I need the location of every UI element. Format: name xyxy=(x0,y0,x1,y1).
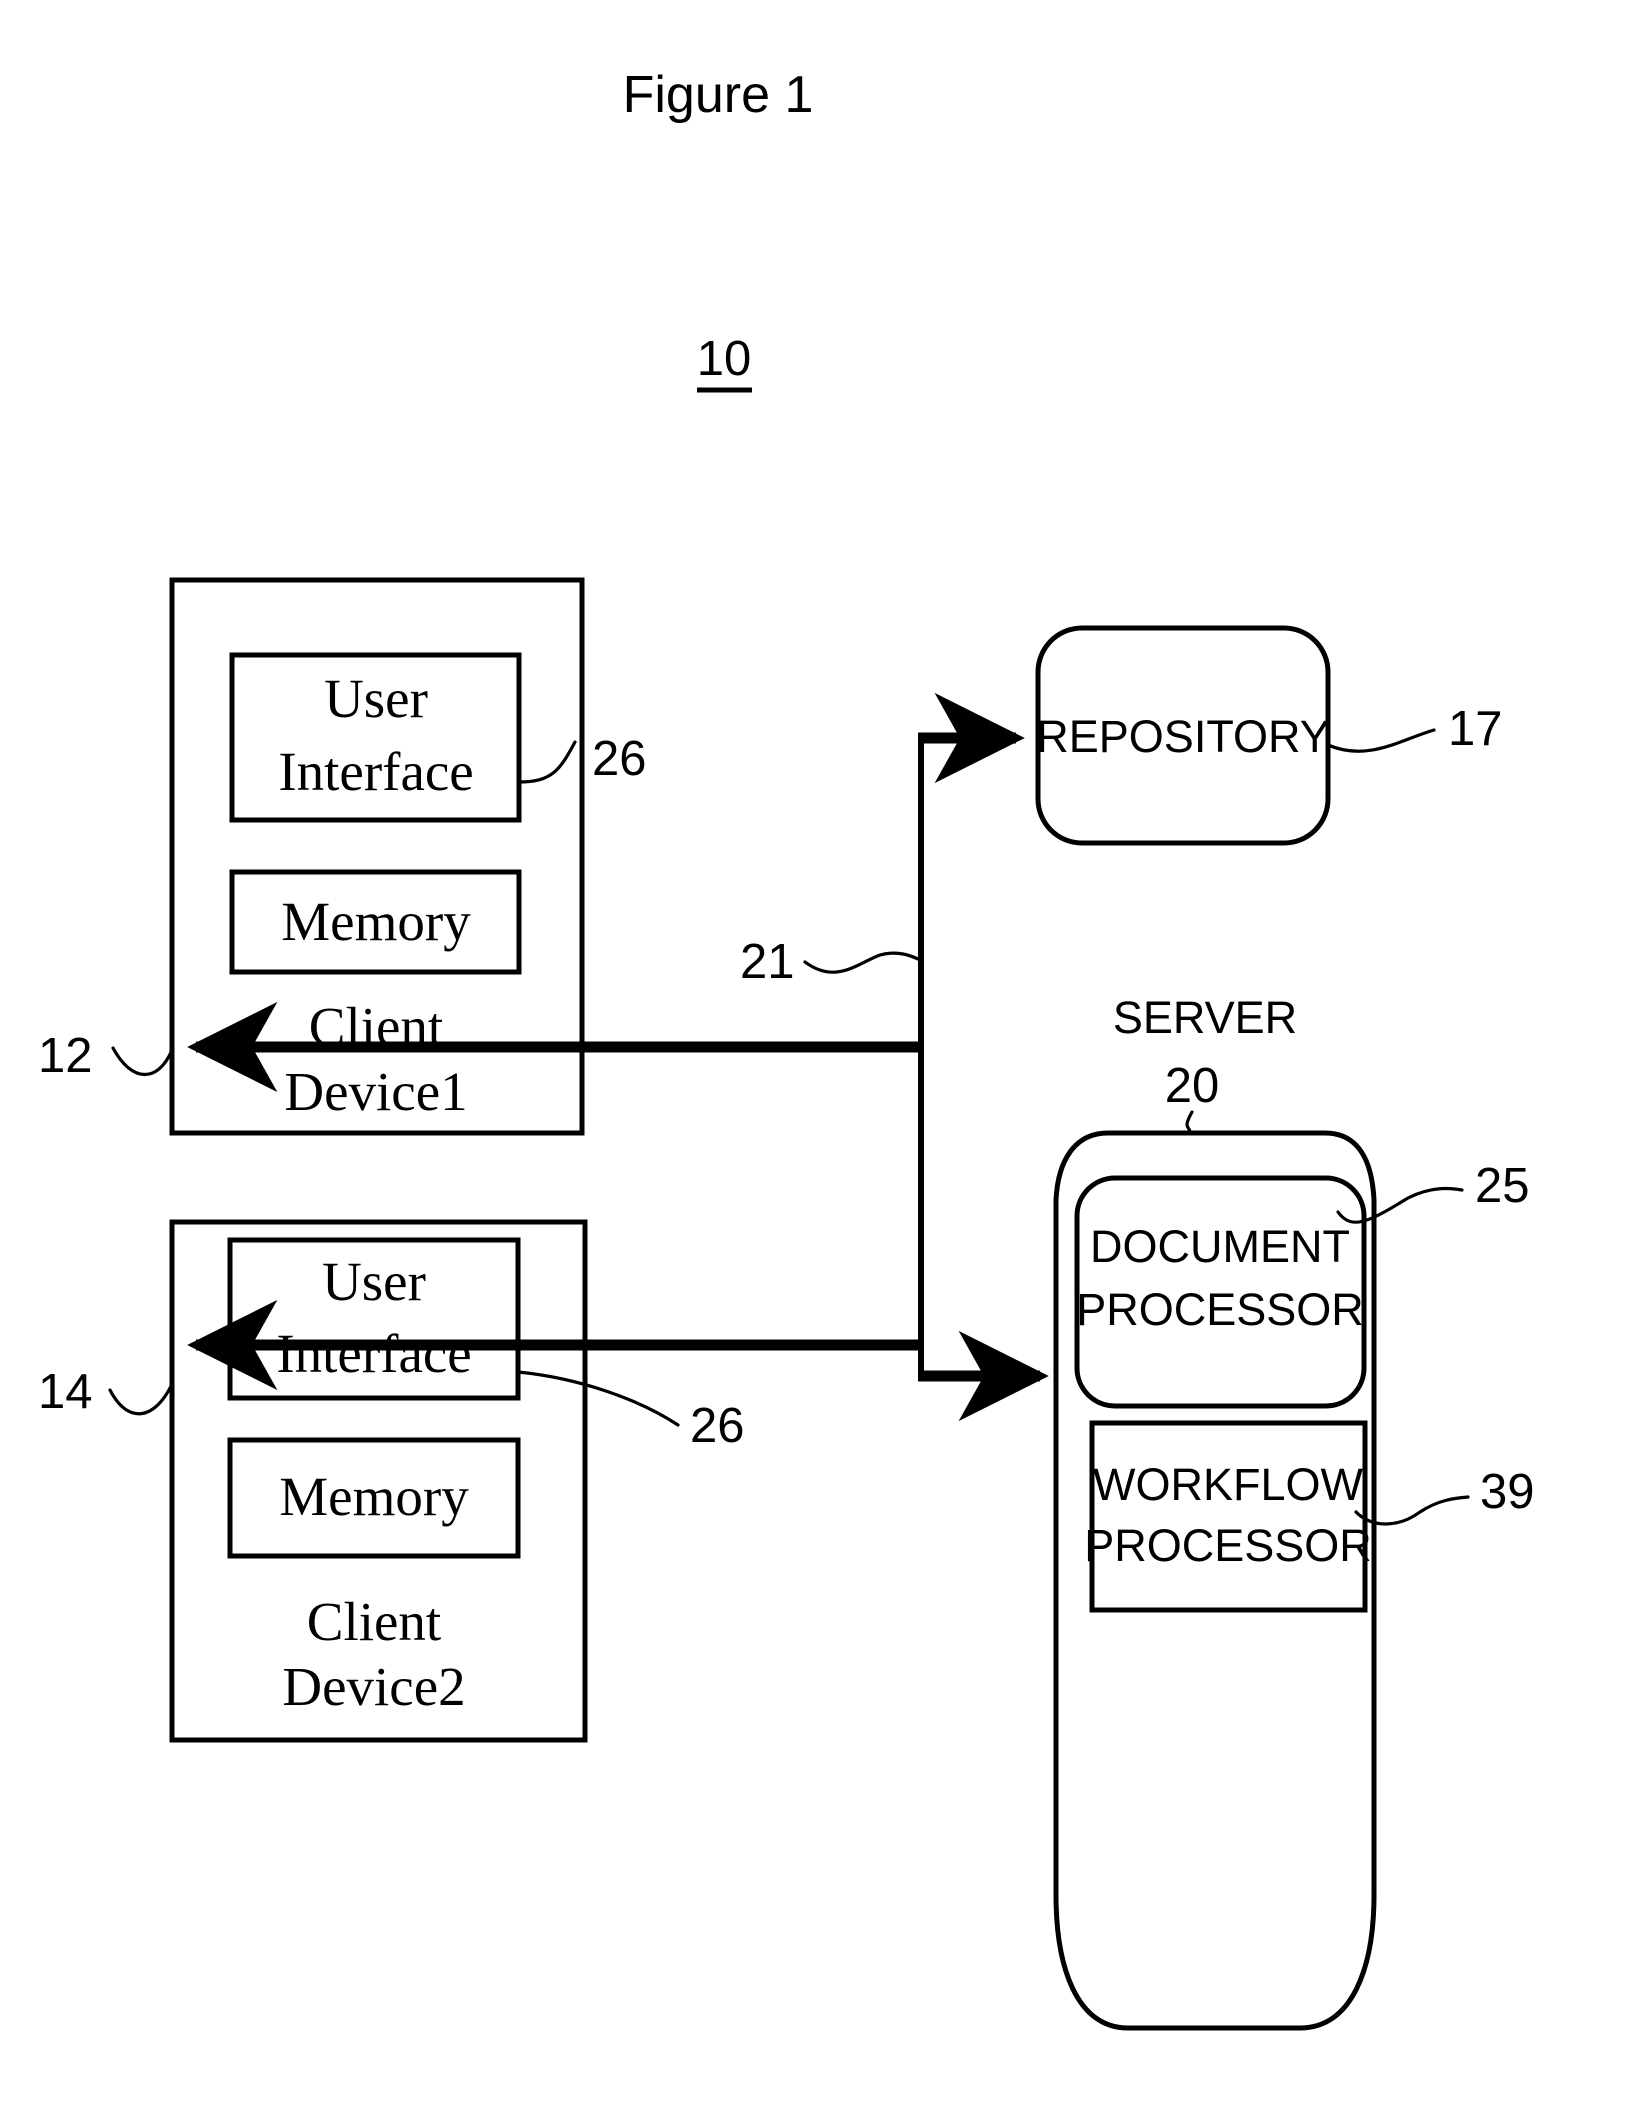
network-ref-leader xyxy=(803,951,922,974)
figure-1-diagram: Figure 1 10 User Interface 26 Memory Cli… xyxy=(38,66,1535,2031)
patent-figure-page: Figure 1 10 User Interface 26 Memory Cli… xyxy=(0,0,1638,2127)
workflow-processor-label-line2: PROCESSOR xyxy=(1084,1520,1372,1571)
client-device-1-label-line2: Device1 xyxy=(284,1061,467,1122)
figure-title: Figure 1 xyxy=(623,66,814,124)
document-processor-label-line2: PROCESSOR xyxy=(1076,1284,1364,1335)
workflow-processor-box xyxy=(1089,1420,1368,1613)
document-processor-ref: 25 xyxy=(1475,1159,1530,1213)
client-device-1-ref-leader xyxy=(111,1046,174,1076)
client-device-2-label-line1: Client xyxy=(307,1591,441,1652)
client-1-memory-label: Memory xyxy=(281,891,471,952)
client-device-2-ref: 14 xyxy=(38,1365,93,1419)
client-device-1-ref: 12 xyxy=(38,1029,93,1083)
workflow-processor-ref: 39 xyxy=(1480,1465,1535,1519)
repository-label: REPOSITORY xyxy=(1036,711,1329,762)
repository-ref-leader xyxy=(1326,728,1436,753)
client-2-memory-label: Memory xyxy=(279,1466,469,1527)
client-device-2-ref-leader xyxy=(108,1382,174,1416)
client-1-user-interface-label-line2: Interface xyxy=(278,741,473,802)
client-1-user-interface-ref: 26 xyxy=(592,732,647,786)
client-2-user-interface-ref: 26 xyxy=(690,1399,745,1453)
server-label: SERVER xyxy=(1113,992,1297,1043)
workflow-processor-label-line1: WORKFLOW xyxy=(1093,1459,1364,1510)
client-2-user-interface-label-line1: User xyxy=(322,1251,426,1312)
server-ref-leader xyxy=(1185,1110,1194,1135)
client-device-2-label-line2: Device2 xyxy=(282,1656,465,1717)
network-ref: 21 xyxy=(740,935,795,989)
system-number-label: 10 xyxy=(697,332,752,386)
document-processor-label-line1: DOCUMENT xyxy=(1090,1221,1350,1272)
client-1-user-interface-label-line1: User xyxy=(324,668,428,729)
client-2-user-interface-label-line2: Interface xyxy=(276,1323,471,1384)
repository-ref: 17 xyxy=(1448,702,1503,756)
server-ref: 20 xyxy=(1165,1059,1220,1113)
